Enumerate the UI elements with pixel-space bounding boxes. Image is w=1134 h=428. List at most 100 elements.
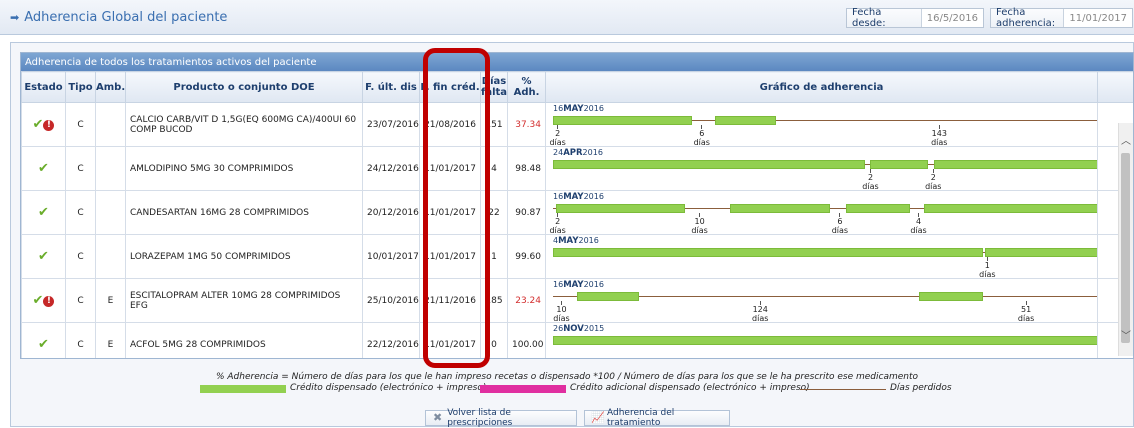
col-f-fin-cred[interactable]: F. fin créd. [419, 71, 481, 103]
amb-cell [95, 102, 126, 147]
gap-days: 2 [555, 217, 561, 226]
date-month: MAY [563, 104, 584, 114]
adherence-chart-cell: 16MAY2016 10 días 124 días 51 días [545, 278, 1098, 323]
estado-cell: ✔ [21, 322, 66, 358]
col-f-ult-dis[interactable]: F. últ. dis [362, 71, 420, 103]
gap-unit: días [693, 138, 710, 147]
credit-bar [555, 204, 686, 213]
estado-cell: ✔ [21, 234, 66, 279]
adh-cell: 100.00 [507, 322, 546, 358]
adherence-chart-cell: 26NOV2015 [545, 322, 1098, 358]
gap-label: 10 días [550, 301, 572, 323]
gap-unit: días [931, 138, 948, 147]
grid-scrollbar[interactable]: ︿ ﹀ [1118, 123, 1133, 356]
table-row[interactable]: ✔ C E ACFOL 5MG 28 COMPRIMIDOS 22/12/2016 11/… [21, 322, 1133, 358]
adherence-chart-cell: 4MAY2016 1 días [545, 234, 1098, 279]
col-tipo[interactable]: Tipo [65, 71, 96, 103]
gap-days: 10 [694, 217, 705, 226]
date-day: 26 [553, 324, 564, 333]
check-icon: ✔ [38, 249, 49, 264]
table-row[interactable]: ✔! C E ESCITALOPRAM ALTER 10MG 28 COMPRIMID… [21, 278, 1133, 323]
gap-days: 4 [915, 217, 922, 226]
gap-days: 10 [556, 305, 567, 314]
col-dias-falta[interactable]: Días falta [480, 71, 508, 103]
col-estado[interactable]: Estado [21, 71, 66, 103]
volver-button[interactable]: ✖ Volver lista de prescripciones [425, 408, 577, 428]
col-adh[interactable]: % Adh. [507, 71, 546, 103]
f-ult-dis-cell: 23/07/2016 [362, 102, 420, 147]
adherencia-button-label: Adherencia del tratamiento [607, 408, 675, 428]
gap-label: 6 días [691, 125, 713, 147]
table-row[interactable]: ✔! C CALCIO CARB/VIT D 1,5G(EQ 600MG CA)/4… [21, 102, 1133, 147]
scroll-down-icon[interactable]: ﹀ [1119, 330, 1133, 344]
adh-cell: 98.48 [507, 146, 546, 191]
scroll-thumb[interactable] [1121, 153, 1130, 343]
tipo-cell: C [65, 278, 96, 323]
alert-icon: ! [43, 296, 55, 307]
credit-bar [577, 292, 640, 301]
gap-unit: días [549, 138, 566, 147]
credit-bar [553, 336, 1097, 345]
fecha-adherencia-input[interactable]: 11/01/2017 [1064, 13, 1132, 24]
check-icon: ✔ [38, 205, 49, 220]
adherence-table: Estado Tipo Amb. Producto o conjunto DOE… [21, 71, 1133, 358]
table-row[interactable]: ✔ C LORAZEPAM 1MG 50 COMPRIMIDOS 10/01/2017… [21, 234, 1133, 279]
check-icon: ✔ [32, 293, 44, 308]
button-bar: ✖ Volver lista de prescripciones 📈 Adher… [0, 408, 1134, 428]
col-amb[interactable]: Amb. [95, 71, 126, 103]
chart-start-date: 16MAY2016 [553, 192, 604, 202]
table-row[interactable]: ✔ C CANDESARTAN 16MG 28 COMPRIMIDOS 20/12/2… [21, 190, 1133, 235]
gap-label: 143 días [928, 125, 950, 147]
adherence-chart-cell: 16MAY2016 2 días 10 días 6 días 4 días [545, 190, 1098, 235]
producto-cell: ACFOL 5MG 28 COMPRIMIDOS [125, 322, 363, 358]
dias-falta-cell: 1 [480, 234, 508, 279]
dias-falta-cell: 4 [480, 146, 508, 191]
producto-cell: AMLODIPINO 5MG 30 COMPRIMIDOS [125, 146, 363, 191]
chart-start-date: 24APR2016 [553, 148, 603, 158]
amb-cell [95, 190, 126, 235]
scroll-up-icon[interactable]: ︿ [1119, 135, 1133, 149]
table-body: ✔! C CALCIO CARB/VIT D 1,5G(EQ 600MG CA)/4… [21, 102, 1133, 358]
f-ult-dis-cell: 25/10/2016 [362, 278, 420, 323]
date-month: NOV [563, 324, 584, 334]
page-title-text: Adherencia Global del paciente [24, 10, 228, 25]
chart-icon: 📈 [591, 411, 605, 424]
legend-lost-text: Días perdidos [890, 383, 952, 393]
adh-cell: 37.34 [507, 102, 546, 147]
gap-unit: días [979, 270, 996, 279]
arrow-right-icon: ➡ [10, 11, 20, 24]
gap-unit: días [862, 182, 879, 191]
check-icon: ✔ [32, 117, 44, 132]
gap-days: 1 [984, 261, 990, 270]
col-empty [1097, 71, 1133, 103]
estado-cell: ✔! [21, 102, 66, 147]
gap-days: 6 [699, 129, 705, 138]
check-icon: ✔ [38, 337, 49, 352]
tipo-cell: C [65, 190, 96, 235]
dias-falta-cell: 151 [480, 102, 508, 147]
chart-start-date: 16MAY2016 [553, 104, 604, 114]
legend-extra-credit-text: Crédito adicional dispensado (electrónic… [570, 383, 810, 393]
table-row[interactable]: ✔ C AMLODIPINO 5MG 30 COMPRIMIDOS 24/12/201… [21, 146, 1133, 191]
gap-days: 2 [930, 173, 936, 182]
fecha-desde-field: Fecha desde: 16/5/2016 [846, 7, 984, 29]
col-producto[interactable]: Producto o conjunto DOE [125, 71, 363, 103]
credit-bar [924, 204, 1097, 213]
gap-label: 10 días [689, 213, 711, 234]
amb-cell: E [95, 322, 126, 358]
col-grafico[interactable]: Gráfico de adherencia [545, 71, 1098, 103]
gap-unit: días [549, 226, 566, 235]
legend: % Adherencia = Número de días para los q… [0, 372, 1134, 396]
gap-unit: días [910, 226, 927, 235]
f-fin-cred-cell: 21/11/2016 [419, 278, 481, 323]
dias-falta-cell: 0 [480, 322, 508, 358]
gap-days: 6 [837, 217, 843, 226]
gap-unit: días [553, 314, 570, 323]
gap-label: 51 días [1015, 301, 1037, 322]
chart-start-date: 4MAY2016 [553, 236, 599, 246]
fecha-desde-input[interactable]: 16/5/2016 [922, 13, 983, 24]
adherencia-button[interactable]: 📈 Adherencia del tratamiento [584, 408, 730, 428]
date-day: 16 [553, 104, 564, 113]
producto-cell: LORAZEPAM 1MG 50 COMPRIMIDOS [125, 234, 363, 279]
credit-bar [846, 204, 910, 213]
